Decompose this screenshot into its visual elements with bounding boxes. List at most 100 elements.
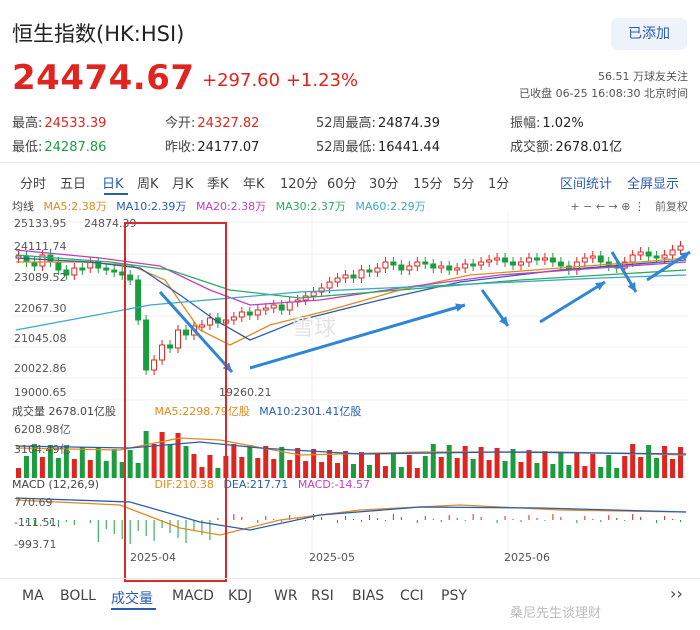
candle-body: [350, 274, 357, 279]
candle-body: [541, 257, 548, 261]
candle-body: [246, 311, 253, 316]
volume-bar: [454, 458, 460, 478]
x-label: 2025-05: [309, 551, 355, 564]
volume-bar: [526, 450, 532, 478]
candle-body: [422, 261, 429, 265]
candle-body: [677, 245, 684, 251]
candle-body: [438, 265, 445, 269]
divider: [0, 578, 700, 579]
candle-body: [47, 254, 54, 263]
candle-body: [238, 311, 245, 318]
macd-y: 770.69: [14, 496, 53, 509]
candle-body: [597, 255, 604, 263]
y-label: 19000.65: [14, 386, 67, 399]
volume-bar: [16, 468, 21, 478]
macd-y: -993.71: [14, 538, 57, 551]
volume-bar: [271, 459, 277, 478]
tab-psy[interactable]: PSY: [441, 588, 467, 604]
kline-chart[interactable]: [0, 0, 700, 630]
candle-body: [581, 257, 588, 263]
volume-bar: [39, 457, 45, 478]
candle-body: [478, 261, 485, 266]
candle-body: [533, 257, 540, 261]
volume-bar: [79, 447, 85, 478]
volume-bar: [295, 448, 301, 478]
candle-body: [589, 255, 596, 259]
y-label: 24111.74: [14, 240, 67, 253]
volume-bar: [622, 456, 628, 478]
active-indicator-underline: [111, 608, 156, 610]
volume-bar: [510, 449, 516, 478]
volume-bar: [335, 463, 341, 478]
volume-bar: [406, 455, 412, 478]
volume-bar: [95, 448, 101, 478]
volume-bar: [462, 446, 468, 478]
more-chevron-icon[interactable]: ››: [670, 584, 683, 603]
volume-bar: [534, 463, 540, 478]
volume-bar: [351, 464, 356, 478]
macd-y: -111.51: [14, 516, 57, 529]
ma60-line: [15, 274, 687, 331]
candle-body: [661, 254, 668, 259]
candle-body: [629, 254, 636, 263]
volume-bar: [231, 444, 237, 478]
candle-body: [366, 269, 373, 273]
volume-bar: [247, 445, 253, 478]
volume-bar: [71, 459, 77, 478]
volume-bar: [287, 460, 293, 478]
volume-bar: [502, 461, 508, 478]
volume-bar: [358, 452, 364, 478]
candle-body: [470, 263, 477, 267]
tab-macd[interactable]: MACD: [172, 588, 214, 604]
candle-body: [382, 261, 389, 269]
tab-kdj[interactable]: KDJ: [228, 588, 252, 604]
candle-body: [669, 249, 676, 256]
candle-body: [462, 263, 469, 269]
volume-bar: [598, 467, 604, 478]
y-label: 25133.95: [14, 217, 67, 230]
tab-rsi[interactable]: RSI: [311, 588, 334, 604]
candle-body: [342, 274, 349, 279]
candle-body: [549, 257, 556, 263]
candle-body: [525, 257, 532, 263]
tab-bias[interactable]: BIAS: [352, 588, 384, 604]
candle-body: [454, 267, 461, 271]
volume-bar: [574, 453, 580, 478]
candle-body: [310, 291, 317, 297]
candle-body: [55, 261, 62, 271]
vol-y-top: 6208.98亿: [14, 423, 71, 436]
credit-watermark: 桑尼先生谈理财: [510, 606, 602, 621]
tab-boll[interactable]: BOLL: [60, 588, 96, 604]
volume-bar: [582, 466, 588, 478]
volume-bar: [374, 453, 380, 478]
volume-bar: [662, 446, 668, 478]
candle-body: [111, 269, 118, 273]
candle-body: [406, 265, 413, 271]
volume-bar: [518, 462, 524, 478]
y-label: 21045.08: [14, 332, 67, 345]
volume-bar: [558, 452, 564, 478]
volume-bar: [414, 468, 420, 478]
volume-bar: [670, 459, 676, 478]
volume-bar: [430, 444, 436, 478]
volume-bar: [438, 457, 444, 478]
tab-cci[interactable]: CCI: [400, 588, 424, 604]
volume-bar: [542, 451, 548, 478]
trend-arrow: [249, 303, 466, 370]
vol-ma10: MA10:2301.41亿股: [259, 405, 362, 418]
volume-bar: [550, 464, 556, 478]
volume-bar: [630, 444, 636, 478]
tab-wr[interactable]: WR: [274, 588, 298, 604]
volume-bar: [319, 462, 325, 478]
volume-bar: [470, 459, 476, 478]
tab-ma[interactable]: MA: [22, 588, 44, 604]
candle-body: [278, 304, 285, 311]
candle-body: [494, 257, 501, 261]
candle-body: [358, 269, 365, 279]
volume-bar: [311, 449, 317, 478]
candle-body: [430, 263, 437, 269]
tab-volume[interactable]: 成交量: [111, 588, 153, 608]
volume-bar: [638, 457, 644, 478]
volume-bar: [590, 454, 596, 478]
volume-bar: [23, 456, 29, 478]
